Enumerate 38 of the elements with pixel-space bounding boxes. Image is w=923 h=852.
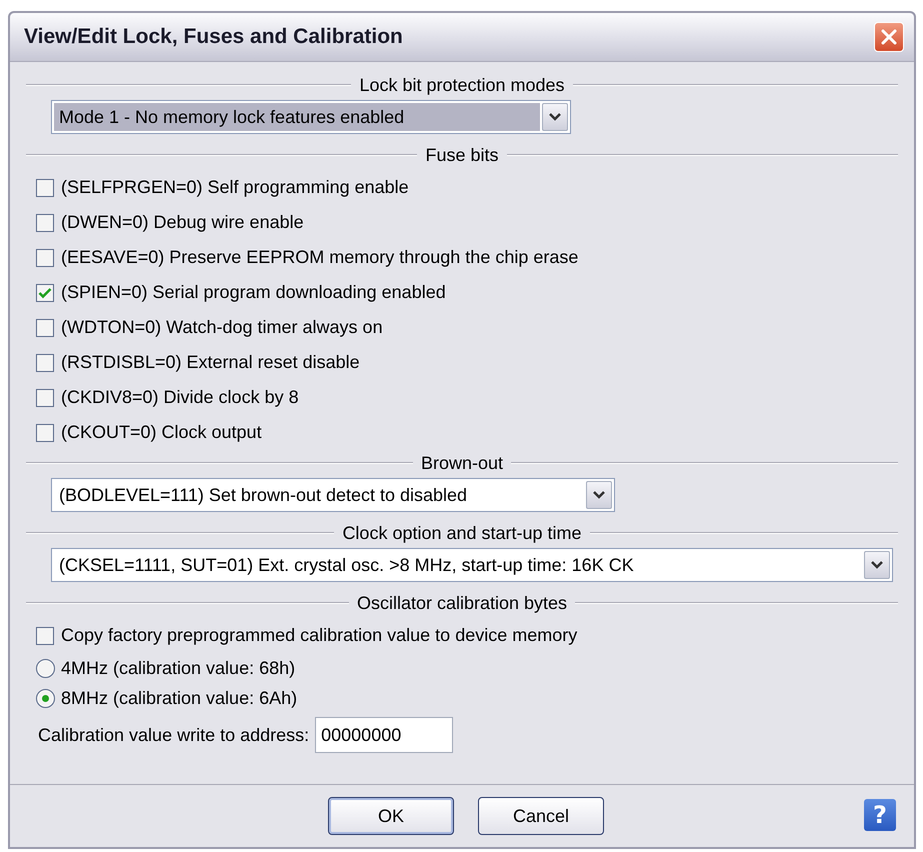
checkbox[interactable] — [36, 318, 54, 336]
close-icon[interactable] — [880, 28, 898, 46]
dropdown[interactable]: (CKSEL=1111, SUT=01) Ext. crystal osc. >8 MHz, start-up time: 16K CK — [51, 548, 893, 582]
checkbox[interactable] — [36, 214, 54, 232]
checkbox-label[interactable]: (DWEN=0) Debug wire enable — [61, 212, 304, 233]
checkbox-label[interactable]: (SELFPRGEN=0) Self programming enable — [61, 177, 409, 198]
dropdown[interactable]: (BODLEVEL=111) Set brown-out detect to disabled — [51, 478, 615, 512]
radio-button[interactable] — [36, 688, 55, 708]
radio-label[interactable]: 8MHz (calibration value: 6Ah) — [61, 688, 298, 708]
checkbox[interactable] — [36, 178, 54, 196]
checkbox-label[interactable]: (SPIEN=0) Serial program downloading enabled — [61, 282, 446, 303]
checkbox-label[interactable]: (CKDIV8=0) Divide clock by 8 — [61, 387, 299, 408]
checkbox[interactable] — [36, 388, 54, 406]
section-heading: Clock option and start-up time — [341, 522, 583, 544]
cancel-button[interactable]: Cancel — [478, 797, 604, 835]
checkbox[interactable] — [36, 424, 54, 442]
checkbox-label[interactable]: (RSTDISBL=0) External reset disable — [61, 352, 360, 373]
checkbox[interactable] — [36, 248, 54, 266]
checkbox[interactable] — [36, 354, 54, 372]
section-heading: Brown-out — [420, 452, 504, 474]
checkbox-label[interactable]: (CKOUT=0) Clock output — [61, 422, 262, 443]
dropdown[interactable]: Mode 1 - No memory lock features enabled — [51, 100, 571, 134]
checkbox-label[interactable]: Copy factory preprogrammed calibration value to device memory — [61, 625, 578, 646]
section-heading: Oscillator calibration bytes — [356, 592, 568, 614]
address-field[interactable]: 00000000 — [315, 717, 454, 753]
checkbox-label[interactable]: (EESAVE=0) Preserve EEPROM memory through the chip erase — [61, 247, 578, 268]
section-heading: Fuse bits — [424, 144, 500, 166]
close-button[interactable] — [874, 22, 904, 52]
checkbox[interactable] — [36, 626, 54, 644]
section-heading: Lock bit protection modes — [358, 74, 566, 96]
checkbox-label[interactable]: (WDTON=0) Watch-dog timer always on — [61, 317, 383, 338]
window-title: View/Edit Lock, Fuses and Calibration — [24, 25, 403, 49]
radio-button[interactable] — [36, 658, 55, 678]
ok-button[interactable]: OK — [328, 797, 454, 835]
radio-label[interactable]: 4MHz (calibration value: 68h) — [61, 658, 296, 678]
help-button[interactable]: ? — [864, 799, 896, 831]
field-label: Calibration value write to address: — [38, 724, 310, 746]
checkbox[interactable] — [36, 284, 54, 302]
